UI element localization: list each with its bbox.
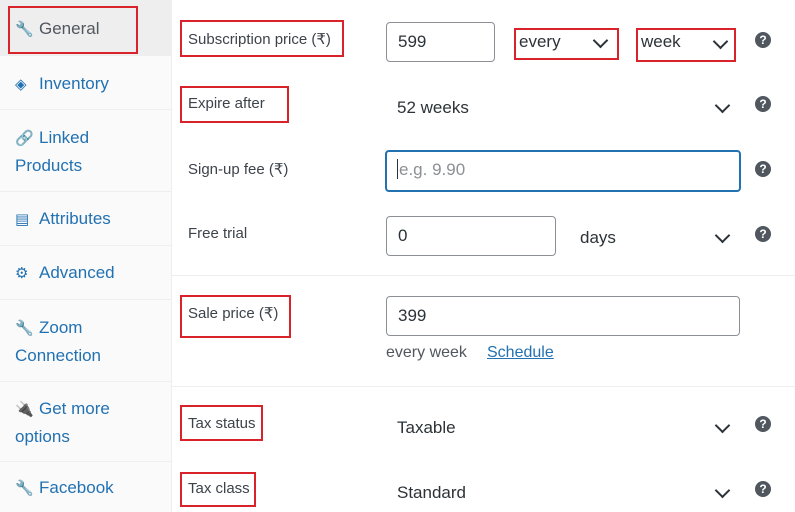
help-icon[interactable]: ? (755, 161, 771, 177)
highlight-box (180, 20, 344, 57)
highlight-box (8, 6, 138, 54)
signup-fee-input[interactable]: e.g. 9.90 (385, 150, 741, 192)
tab-attributes[interactable]: ▤ Attributes (0, 192, 171, 246)
tab-label: Attributes (39, 209, 111, 228)
list-icon: ▤ (15, 211, 30, 228)
highlight-box (180, 472, 256, 507)
tab-get-more-options[interactable]: 🔌 Get more options (0, 382, 171, 462)
signup-fee-placeholder: e.g. 9.90 (399, 160, 466, 179)
expire-after-select[interactable]: 52 weeks (386, 92, 740, 124)
help-icon[interactable]: ? (755, 32, 771, 48)
highlight-box (636, 28, 736, 62)
subscription-price-input[interactable]: 599 (386, 22, 495, 62)
tab-label: options (15, 427, 70, 446)
schedule-link[interactable]: Schedule (487, 344, 554, 362)
free-trial-period-value: days (580, 228, 616, 247)
link-icon: 🔗 (15, 130, 34, 147)
tax-status-value: Taxable (397, 418, 456, 437)
gear-icon: ⚙ (15, 265, 29, 282)
tab-label: Inventory (39, 74, 109, 93)
tab-linked-products[interactable]: 🔗 Linked Products (0, 110, 171, 192)
chevron-down-icon (714, 97, 731, 114)
tab-advanced[interactable]: ⚙ Advanced (0, 246, 171, 300)
chevron-down-icon (714, 482, 731, 499)
tab-label: Advanced (39, 263, 115, 282)
expire-after-value: 52 weeks (397, 98, 469, 117)
free-trial-period-select[interactable]: days (570, 220, 740, 254)
free-trial-label: Free trial (188, 225, 248, 242)
tax-class-select[interactable]: Standard (386, 477, 740, 509)
tab-facebook[interactable]: 🔧 Facebook (0, 462, 171, 512)
wrench-icon: 🔧 (15, 320, 34, 337)
free-trial-input[interactable]: 0 (386, 216, 556, 256)
tax-status-select[interactable]: Taxable (386, 412, 740, 444)
tax-class-value: Standard (397, 483, 466, 502)
help-icon[interactable]: ? (755, 226, 771, 242)
product-data-tabs: 🔧 General ◈ Inventory 🔗 Linked Products ▤ At… (0, 0, 172, 512)
tab-zoom-connection[interactable]: 🔧 Zoom Connection (0, 300, 171, 382)
signup-fee-label: Sign-up fee (₹) (188, 161, 289, 178)
text-caret (397, 159, 398, 179)
highlight-box (514, 28, 619, 60)
highlight-box (180, 295, 291, 338)
tab-label: Connection (15, 346, 102, 365)
help-icon[interactable]: ? (755, 416, 771, 432)
tab-label: Linked (39, 128, 90, 147)
help-icon[interactable]: ? (755, 481, 771, 497)
divider (172, 386, 795, 387)
chevron-down-icon (714, 227, 731, 244)
tab-label: Facebook (39, 478, 114, 497)
sale-price-input[interactable]: 399 (386, 296, 740, 336)
tab-label: Get more (39, 399, 110, 418)
divider (172, 275, 795, 276)
plug-icon: 🔌 (15, 401, 34, 418)
tab-label: Products (15, 156, 83, 175)
help-icon[interactable]: ? (755, 96, 771, 112)
tab-label: Zoom (39, 318, 83, 337)
highlight-box (180, 405, 263, 441)
tab-inventory[interactable]: ◈ Inventory (0, 56, 171, 110)
tag-icon: ◈ (15, 76, 27, 93)
chevron-down-icon (714, 417, 731, 434)
wrench-icon: 🔧 (15, 480, 34, 497)
sale-price-description: every week (386, 344, 467, 361)
highlight-box (180, 86, 289, 123)
